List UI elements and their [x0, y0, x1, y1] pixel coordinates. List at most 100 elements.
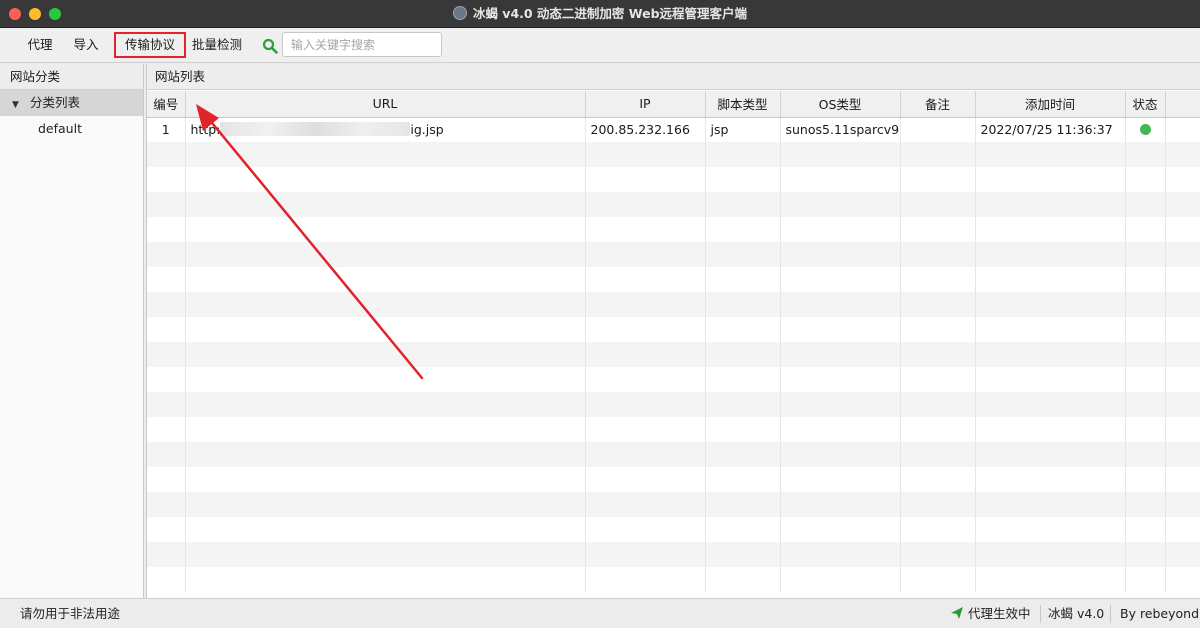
column-header-status[interactable]: 状态	[1125, 91, 1166, 118]
empty-cell	[900, 542, 976, 567]
empty-cell	[1125, 342, 1166, 367]
empty-cell	[705, 292, 781, 317]
empty-cell	[900, 367, 976, 392]
transport-protocol-button[interactable]: 传输协议	[114, 32, 186, 58]
empty-cell	[1125, 292, 1166, 317]
empty-cell	[1165, 467, 1200, 492]
table-row[interactable]: 1 http: ig.jsp 200.85.232.166 jsp sunos5.…	[147, 117, 1200, 142]
empty-cell	[147, 192, 186, 217]
category-item-default[interactable]: default	[0, 116, 143, 142]
table-row-empty	[147, 467, 1200, 492]
window-title-container: 冰蝎 v4.0 动态二进制加密 Web远程管理客户端	[0, 0, 1200, 28]
empty-cell	[147, 442, 186, 467]
table-row-empty	[147, 342, 1200, 367]
table-row-empty	[147, 292, 1200, 317]
empty-cell	[147, 267, 186, 292]
column-header-remark[interactable]: 备注	[900, 91, 976, 118]
empty-cell	[975, 567, 1126, 592]
site-category-header: 网站分类	[0, 64, 143, 90]
search-input[interactable]	[282, 32, 442, 57]
site-list-panel: 网站列表 编号 URL IP 脚本类型 OS类型 备注 添加时间 状态 1 ht…	[146, 64, 1200, 598]
empty-cell	[780, 342, 901, 367]
empty-cell	[185, 467, 586, 492]
empty-cell	[1125, 317, 1166, 342]
empty-cell	[975, 542, 1126, 567]
empty-cell	[780, 217, 901, 242]
table-row-empty	[147, 517, 1200, 542]
empty-cell	[975, 367, 1126, 392]
paper-plane-icon	[951, 607, 963, 619]
cell-status	[1125, 117, 1166, 142]
empty-cell	[780, 467, 901, 492]
empty-cell	[900, 317, 976, 342]
empty-cell	[147, 292, 186, 317]
empty-cell	[1165, 517, 1200, 542]
empty-cell	[585, 192, 706, 217]
site-table: 编号 URL IP 脚本类型 OS类型 备注 添加时间 状态 1 http:i	[147, 91, 1200, 592]
empty-cell	[1165, 542, 1200, 567]
empty-cell	[900, 442, 976, 467]
empty-cell	[585, 242, 706, 267]
triangle-down-icon[interactable]: ▼	[12, 92, 30, 118]
empty-cell	[780, 167, 901, 192]
empty-cell	[1165, 192, 1200, 217]
table-row-empty	[147, 317, 1200, 342]
empty-cell	[900, 242, 976, 267]
empty-cell	[705, 167, 781, 192]
empty-cell	[1165, 417, 1200, 442]
table-row-empty	[147, 217, 1200, 242]
empty-cell	[1125, 242, 1166, 267]
empty-cell	[975, 217, 1126, 242]
empty-cell	[585, 367, 706, 392]
empty-cell	[147, 542, 186, 567]
empty-cell	[705, 517, 781, 542]
empty-cell	[147, 367, 186, 392]
column-header-num[interactable]: 编号	[147, 91, 186, 118]
empty-cell	[975, 192, 1126, 217]
empty-cell	[185, 342, 586, 367]
table-row-empty	[147, 442, 1200, 467]
column-header-filler	[1165, 91, 1200, 118]
empty-cell	[185, 267, 586, 292]
empty-cell	[1165, 367, 1200, 392]
empty-cell	[585, 517, 706, 542]
empty-cell	[705, 242, 781, 267]
empty-cell	[705, 467, 781, 492]
empty-cell	[975, 417, 1126, 442]
import-button[interactable]: 导入	[66, 32, 106, 58]
site-list-header: 网站列表	[147, 64, 1200, 90]
empty-cell	[147, 142, 186, 167]
empty-cell	[705, 267, 781, 292]
column-header-script-type[interactable]: 脚本类型	[705, 91, 781, 118]
column-header-ip[interactable]: IP	[585, 91, 706, 118]
table-header-row: 编号 URL IP 脚本类型 OS类型 备注 添加时间 状态	[147, 91, 1200, 118]
cell-added-time: 2022/07/25 11:36:37	[975, 117, 1126, 142]
batch-check-button[interactable]: 批量检测	[188, 32, 246, 58]
empty-cell	[780, 442, 901, 467]
column-header-url[interactable]: URL	[185, 91, 586, 118]
empty-cell	[585, 142, 706, 167]
empty-cell	[1125, 492, 1166, 517]
category-tree-root[interactable]: ▼ 分类列表	[0, 90, 143, 116]
cell-os-type: sunos5.11sparcv9	[780, 117, 901, 142]
column-header-added-time[interactable]: 添加时间	[975, 91, 1126, 118]
empty-cell	[1125, 392, 1166, 417]
empty-cell	[185, 542, 586, 567]
empty-cell	[975, 242, 1126, 267]
app-window: 冰蝎 v4.0 动态二进制加密 Web远程管理客户端 代理 导入 传输协议 批量…	[0, 0, 1200, 628]
empty-cell	[585, 167, 706, 192]
empty-cell	[705, 492, 781, 517]
status-divider	[1040, 605, 1041, 623]
empty-cell	[147, 467, 186, 492]
empty-cell	[780, 492, 901, 517]
empty-cell	[585, 267, 706, 292]
cell-num: 1	[147, 117, 186, 142]
empty-cell	[1125, 542, 1166, 567]
column-header-os-type[interactable]: OS类型	[780, 91, 901, 118]
empty-cell	[1165, 317, 1200, 342]
empty-cell	[900, 267, 976, 292]
empty-cell	[900, 217, 976, 242]
empty-cell	[185, 317, 586, 342]
proxy-button[interactable]: 代理	[20, 32, 60, 58]
empty-cell	[780, 367, 901, 392]
